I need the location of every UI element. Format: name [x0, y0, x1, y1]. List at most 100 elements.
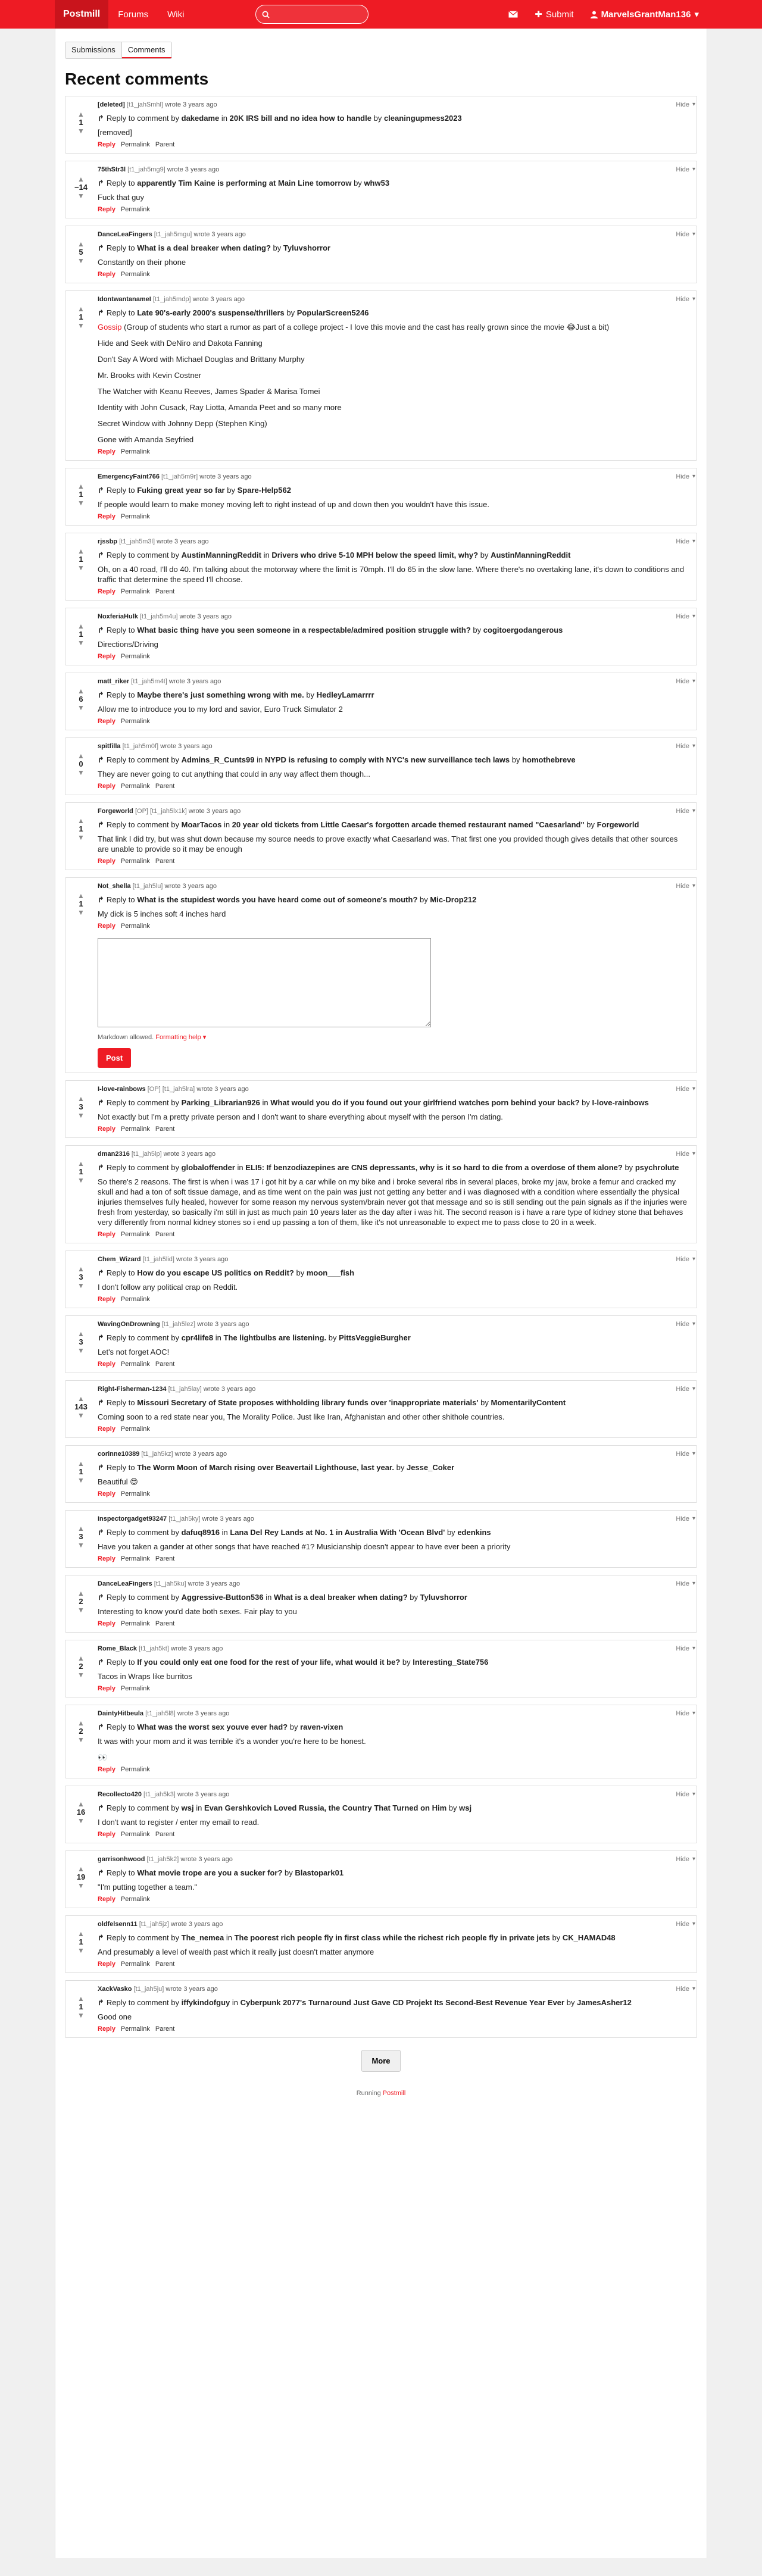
- submission-title-link[interactable]: What is a deal breaker when dating?: [274, 1593, 408, 1602]
- permalink-link[interactable]: Permalink: [121, 513, 150, 520]
- downvote-arrow-icon[interactable]: ▼: [77, 1947, 85, 1954]
- parent-author-link[interactable]: globaloffender: [182, 1163, 235, 1172]
- comment-author-link[interactable]: DanceLeaFingers: [98, 231, 152, 238]
- submission-author-link[interactable]: Tyluvshorror: [283, 243, 330, 252]
- submission-title-link[interactable]: What is the stupidest words you have hea…: [137, 895, 417, 904]
- parent-author-link[interactable]: Admins_R_Cunts99: [182, 755, 255, 764]
- permalink-link[interactable]: Permalink: [121, 923, 150, 930]
- permalink-link[interactable]: Permalink: [121, 271, 150, 278]
- submission-title-link[interactable]: What was the worst sex youve ever had?: [137, 1722, 288, 1731]
- submission-author-link[interactable]: Mic-Drop212: [430, 895, 476, 904]
- brand-logo[interactable]: Postmill: [55, 0, 109, 29]
- hide-button[interactable]: Hide: [676, 1986, 689, 1993]
- hide-button[interactable]: Hide: [676, 1921, 689, 1928]
- downvote-arrow-icon[interactable]: ▼: [77, 834, 85, 841]
- permalink-link[interactable]: Permalink: [121, 588, 150, 595]
- hide-button[interactable]: Hide: [676, 1256, 689, 1263]
- submission-author-link[interactable]: psychrolute: [635, 1163, 679, 1172]
- comment-author-link[interactable]: [deleted]: [98, 101, 125, 108]
- downvote-arrow-icon[interactable]: ▼: [77, 564, 85, 571]
- hide-button[interactable]: Hide: [676, 1086, 689, 1093]
- reply-textarea[interactable]: [98, 938, 431, 1027]
- comment-author-link[interactable]: I-love-rainbows: [98, 1086, 146, 1093]
- formatting-help-link[interactable]: Formatting help: [155, 1034, 201, 1041]
- hide-button[interactable]: Hide: [676, 743, 689, 750]
- reply-link[interactable]: Reply: [98, 271, 115, 278]
- hide-button[interactable]: Hide: [676, 1450, 689, 1458]
- hide-button[interactable]: Hide: [676, 1710, 689, 1717]
- comment-author-link[interactable]: rjssbp: [98, 538, 117, 545]
- downvote-arrow-icon[interactable]: ▼: [77, 2012, 85, 2019]
- hide-button[interactable]: Hide: [676, 231, 689, 238]
- nav-wiki[interactable]: Wiki: [158, 0, 193, 29]
- upvote-arrow-icon[interactable]: ▲: [77, 623, 85, 630]
- messages-button[interactable]: [500, 0, 526, 29]
- comment-author-link[interactable]: DaintyHitbeula: [98, 1710, 143, 1717]
- permalink-link[interactable]: Permalink: [121, 1555, 150, 1562]
- downvote-arrow-icon[interactable]: ▼: [77, 127, 85, 135]
- permalink-link[interactable]: Permalink: [121, 858, 150, 865]
- hide-button[interactable]: Hide: [676, 1645, 689, 1652]
- permalink-link[interactable]: Permalink: [121, 1490, 150, 1498]
- downvote-arrow-icon[interactable]: ▼: [77, 639, 85, 646]
- comment-author-link[interactable]: EmergencyFaint766: [98, 473, 160, 480]
- reply-link[interactable]: Reply: [98, 588, 115, 595]
- upvote-arrow-icon[interactable]: ▲: [77, 483, 85, 490]
- tab-comments[interactable]: Comments: [121, 42, 171, 58]
- downvote-arrow-icon[interactable]: ▼: [77, 1477, 85, 1484]
- reply-link[interactable]: Reply: [98, 2025, 115, 2033]
- hide-button[interactable]: Hide: [676, 613, 689, 620]
- reply-link[interactable]: Reply: [98, 141, 115, 148]
- comment-author-link[interactable]: corinne10389: [98, 1450, 139, 1458]
- reply-link[interactable]: Reply: [98, 1685, 115, 1692]
- comment-author-link[interactable]: Chem_Wizard: [98, 1256, 141, 1263]
- parent-author-link[interactable]: Parking_Librarian926: [182, 1098, 260, 1107]
- hide-button[interactable]: Hide: [676, 678, 689, 685]
- hide-button[interactable]: Hide: [676, 1321, 689, 1328]
- upvote-arrow-icon[interactable]: ▲: [77, 1930, 85, 1937]
- upvote-arrow-icon[interactable]: ▲: [77, 1395, 85, 1402]
- upvote-arrow-icon[interactable]: ▲: [77, 1865, 85, 1872]
- submission-author-link[interactable]: cogitoergodangerous: [483, 626, 563, 634]
- upvote-arrow-icon[interactable]: ▲: [77, 817, 85, 824]
- permalink-link[interactable]: Permalink: [121, 141, 150, 148]
- downvote-arrow-icon[interactable]: ▼: [77, 192, 85, 199]
- upvote-arrow-icon[interactable]: ▲: [77, 1265, 85, 1273]
- upvote-arrow-icon[interactable]: ▲: [77, 305, 85, 312]
- submission-title-link[interactable]: The Worm Moon of March rising over Beave…: [137, 1463, 394, 1472]
- upvote-arrow-icon[interactable]: ▲: [77, 1655, 85, 1662]
- hide-button[interactable]: Hide: [676, 1515, 689, 1523]
- comment-author-link[interactable]: Recollecto420: [98, 1791, 142, 1798]
- footer-brand-link[interactable]: Postmill: [383, 2090, 406, 2097]
- submission-title-link[interactable]: 20 year old tickets from Little Caesar's…: [232, 820, 585, 829]
- upvote-arrow-icon[interactable]: ▲: [77, 1995, 85, 2002]
- comment-author-link[interactable]: oldfelsenn11: [98, 1921, 138, 1928]
- downvote-arrow-icon[interactable]: ▼: [77, 909, 85, 916]
- reply-link[interactable]: Reply: [98, 1126, 115, 1133]
- permalink-link[interactable]: Permalink: [121, 448, 150, 455]
- submission-title-link[interactable]: Maybe there's just something wrong with …: [137, 690, 304, 699]
- comment-author-link[interactable]: Not_shella: [98, 883, 131, 890]
- comment-author-link[interactable]: inspectorgadget93247: [98, 1515, 167, 1523]
- permalink-link[interactable]: Permalink: [121, 1831, 150, 1838]
- submission-author-link[interactable]: edenkins: [457, 1528, 491, 1537]
- submission-title-link[interactable]: Cyberpunk 2077's Turnaround Just Gave CD…: [241, 1998, 564, 2007]
- permalink-link[interactable]: Permalink: [121, 718, 150, 725]
- upvote-arrow-icon[interactable]: ▲: [77, 1525, 85, 1532]
- submission-title-link[interactable]: Late 90's-early 2000's suspense/thriller…: [137, 308, 285, 317]
- comment-author-link[interactable]: Rome_Black: [98, 1645, 137, 1652]
- reply-link[interactable]: Reply: [98, 718, 115, 725]
- comment-author-link[interactable]: DanceLeaFingers: [98, 1580, 152, 1587]
- parent-link[interactable]: Parent: [155, 1555, 174, 1562]
- submission-author-link[interactable]: JamesAsher12: [577, 1998, 632, 2007]
- submission-author-link[interactable]: Interesting_State756: [413, 1658, 488, 1667]
- comment-author-link[interactable]: matt_riker: [98, 678, 129, 685]
- permalink-link[interactable]: Permalink: [121, 1126, 150, 1133]
- downvote-arrow-icon[interactable]: ▼: [77, 1412, 85, 1419]
- submission-author-link[interactable]: AustinManningReddit: [491, 551, 570, 559]
- permalink-link[interactable]: Permalink: [121, 1231, 150, 1238]
- upvote-arrow-icon[interactable]: ▲: [77, 1330, 85, 1337]
- submission-author-link[interactable]: homothebreve: [522, 755, 576, 764]
- upvote-arrow-icon[interactable]: ▲: [77, 176, 85, 183]
- permalink-link[interactable]: Permalink: [121, 1961, 150, 1968]
